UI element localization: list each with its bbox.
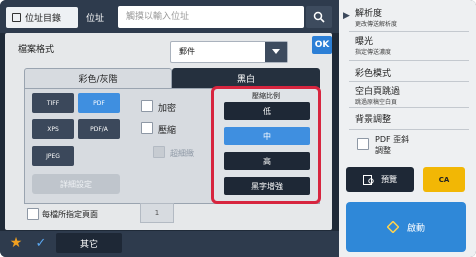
address-book-label: 位址目錄 xyxy=(25,14,62,24)
preview-icon xyxy=(363,174,374,185)
compression-high-button[interactable]: 高 xyxy=(224,152,310,170)
pdf-skew-sub: 調整 xyxy=(375,146,391,155)
divider xyxy=(349,60,469,61)
black-text-enhance-button[interactable]: 黑字增強 xyxy=(224,177,310,195)
other-button[interactable]: 其它 xyxy=(56,233,122,253)
background-adjust-title: 背景調整 xyxy=(355,115,392,125)
start-diamond-icon xyxy=(386,221,399,233)
preview-button[interactable]: 預覽 xyxy=(346,167,414,192)
address-input[interactable]: 觸摸以輸入位址 xyxy=(118,6,304,28)
scan-settings-screen: 位址目錄 位址 觸摸以輸入位址 OK 檔案格式 郵件 彩色/灰階 黑白 TIFF… xyxy=(0,0,476,257)
divider xyxy=(349,107,469,108)
start-label: 啟動 xyxy=(406,223,425,234)
divider xyxy=(349,81,469,82)
chevron-down-icon xyxy=(272,49,280,54)
clear-all-button[interactable]: CA xyxy=(423,167,465,192)
address-book-icon xyxy=(12,13,21,22)
search-button[interactable] xyxy=(306,6,332,28)
tab-color-gray[interactable]: 彩色/灰階 xyxy=(24,68,172,88)
resolution-sub: 更改傳送解析度 xyxy=(355,21,398,28)
compress-checkbox[interactable] xyxy=(141,122,153,134)
exposure-title: 曝光 xyxy=(355,37,374,47)
file-format-label: 檔案格式 xyxy=(18,45,55,55)
play-arrow-icon[interactable]: ▶︎ xyxy=(343,11,350,21)
divider xyxy=(349,129,469,130)
pages-per-file-label: 每檔所指定頁面 xyxy=(42,210,98,219)
file-format-dropdown-button[interactable] xyxy=(265,42,287,62)
pages-per-file-checkbox[interactable] xyxy=(27,208,39,220)
pdf-skew-item[interactable]: PDF 歪斜 調整 xyxy=(375,134,409,156)
favorites-star-icon[interactable]: ★ xyxy=(6,233,26,253)
ultra-fine-label: 超細緻 xyxy=(170,149,194,158)
start-button[interactable]: 啟動 xyxy=(346,202,466,252)
background-adjust-item[interactable]: 背景調整 xyxy=(355,112,391,125)
format-pdf-button[interactable]: PDF xyxy=(78,93,120,113)
address-label: 位址 xyxy=(86,14,105,24)
format-xps-button[interactable]: XPS xyxy=(32,119,74,139)
blank-page-skip-item[interactable]: 空白頁跳過 跳過原稿空白頁 xyxy=(355,84,400,106)
resolution-item[interactable]: 解析度 更改傳送解析度 xyxy=(355,6,397,28)
pdf-skew-title: PDF 歪斜 xyxy=(375,135,410,144)
search-icon xyxy=(313,11,325,23)
encrypt-label: 加密 xyxy=(158,104,177,114)
color-mode-title: 彩色模式 xyxy=(355,69,392,79)
compression-medium-button[interactable]: 中 xyxy=(224,127,310,145)
tab-black-white[interactable]: 黑白 xyxy=(172,68,320,88)
ultra-fine-checkbox[interactable] xyxy=(153,146,165,158)
format-jpeg-button[interactable]: JPEG xyxy=(32,146,74,166)
ok-button[interactable]: OK xyxy=(312,36,332,54)
color-mode-item[interactable]: 彩色模式 xyxy=(355,66,391,79)
encrypt-checkbox[interactable] xyxy=(141,100,153,112)
exposure-item[interactable]: 曝光 指定傳送濃度 xyxy=(355,34,391,56)
pages-per-file-input[interactable]: 1 xyxy=(140,203,174,223)
detail-settings-button[interactable]: 詳細設定 xyxy=(32,174,120,194)
compression-ratio-title: 壓縮比例 xyxy=(252,92,280,100)
check-mark-icon[interactable]: ✓ xyxy=(30,233,52,253)
format-tiff-button[interactable]: TIFF xyxy=(32,93,74,113)
format-pdfa-button[interactable]: PDF/A xyxy=(78,119,120,139)
blank-page-skip-sub: 跳過原稿空白頁 xyxy=(355,99,398,106)
blank-page-skip-title: 空白頁跳過 xyxy=(355,87,401,97)
resolution-title: 解析度 xyxy=(355,9,383,19)
pdf-skew-checkbox[interactable] xyxy=(357,138,369,150)
compress-label: 壓縮 xyxy=(158,126,177,136)
preview-label: 預覽 xyxy=(381,175,397,184)
compression-low-button[interactable]: 低 xyxy=(224,102,310,120)
address-book-button[interactable]: 位址目錄 xyxy=(6,7,78,28)
exposure-sub: 指定傳送濃度 xyxy=(355,49,392,56)
divider xyxy=(349,31,469,32)
